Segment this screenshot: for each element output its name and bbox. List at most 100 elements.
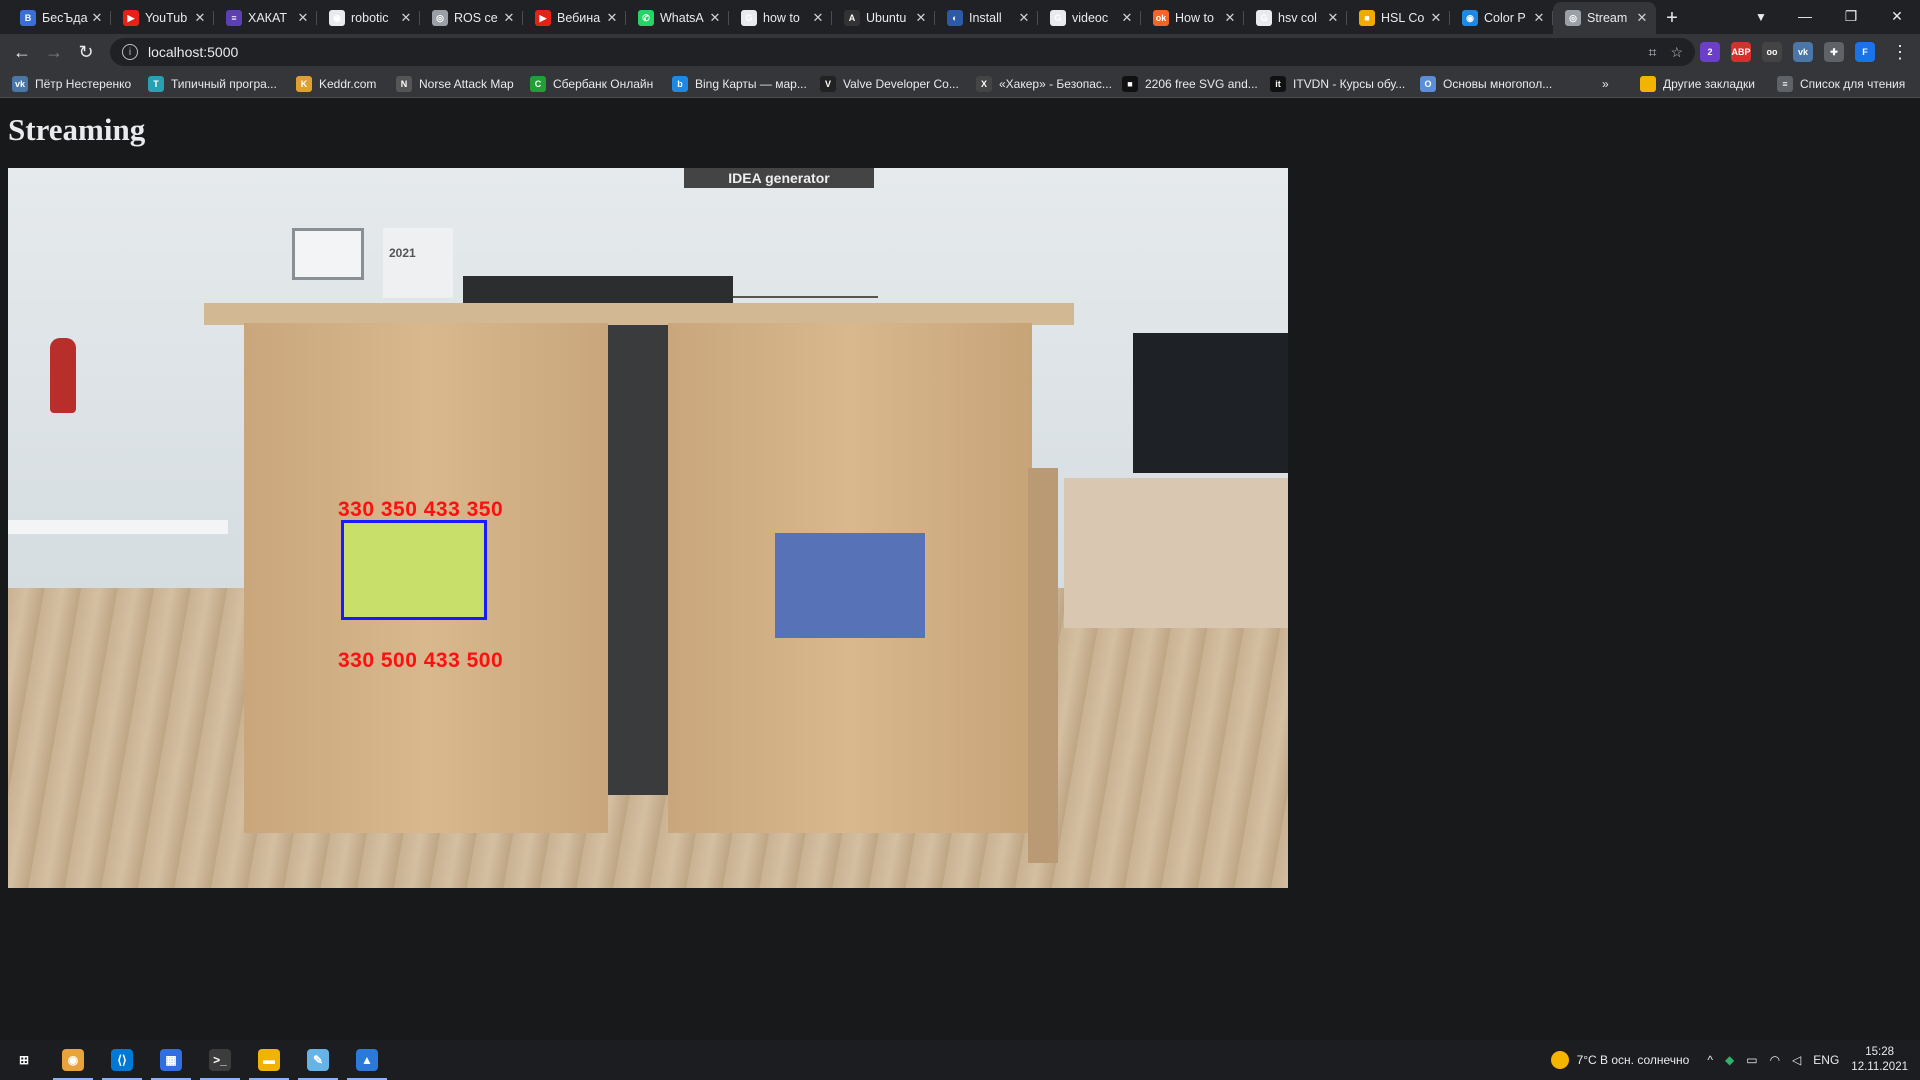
adblock-icon[interactable]: ABP [1731,42,1751,62]
browser-tab-strip: B БесЪда ✕ ▶ YouTub ✕ ≡ ХАКАТ ✕ ◉ robotic ✕ ◎ ROS ce ✕… [0,0,1920,34]
tray-chevron-icon[interactable]: ^ [1707,1053,1713,1067]
tab-12[interactable]: Ghsv col ✕ [1244,2,1347,34]
site-info-icon[interactable]: i [122,44,138,60]
tab-0[interactable]: B БесЪда ✕ [8,2,111,34]
windows-start-icon: ⊞ [18,1053,30,1067]
taskbar-vscode-button[interactable]: ⟨⟩ [98,1040,146,1080]
bookmark-label: «Хакер» - Безопас... [999,77,1112,91]
forward-icon[interactable]: → [40,38,68,66]
tab-title: Вебина [557,11,601,25]
minimize-icon[interactable]: — [1782,0,1828,32]
tab-close-icon[interactable]: ✕ [810,10,826,26]
volume-icon[interactable]: ◁ [1792,1053,1801,1067]
tab-close-icon[interactable]: ✕ [1222,10,1238,26]
address-bar[interactable]: i localhost:5000 ⌗ ☆ [110,38,1695,66]
back-icon[interactable]: ← [8,38,36,66]
close-window-icon[interactable]: ✕ [1874,0,1920,32]
scene-pc-case [1133,333,1288,473]
scene-desk-top [204,303,1074,325]
tab-close-icon[interactable]: ✕ [604,10,620,26]
tab-close-icon[interactable]: ✕ [501,10,517,26]
bookmark-item[interactable]: b Bing Карты — мар... [672,75,807,93]
tab-close-icon[interactable]: ✕ [1325,10,1341,26]
tab-5[interactable]: ▶ Вебина ✕ [523,2,626,34]
reload-icon[interactable]: ↻ [72,38,100,66]
tab-close-icon[interactable]: ✕ [295,10,311,26]
url-text[interactable]: localhost:5000 [148,44,238,60]
tab-close-icon[interactable]: ✕ [1531,10,1547,26]
tab-close-icon[interactable]: ✕ [192,10,208,26]
tab-15[interactable]: ◎ Stream ✕ [1553,2,1656,34]
bookmark-item[interactable]: K Keddr.com [296,75,376,93]
battery-icon[interactable]: ▭ [1746,1053,1757,1067]
bookmark-item[interactable]: it ITVDN - Курсы обу... [1270,75,1405,93]
bookmark-label: Keddr.com [319,77,377,91]
reading-list-button[interactable]: ≡ Список для чтения [1777,75,1905,93]
other-bookmarks-folder[interactable]: Другие закладки [1640,75,1755,93]
defender-icon[interactable]: ◆ [1725,1053,1734,1067]
tab-title: ХАКАТ [248,11,287,25]
tab-7[interactable]: Ghow to ✕ [729,2,832,34]
taskbar-chrome-button[interactable]: ◉ [49,1040,97,1080]
wifi-icon[interactable]: ◠ [1770,1053,1780,1067]
bookmark-item[interactable]: О Основы многопол... [1420,75,1552,93]
weather-widget[interactable]: 7°C В осн. солнечно [1550,1051,1689,1069]
menu-kebab-icon[interactable]: ⋮ [1886,38,1914,66]
tab-close-icon[interactable]: ✕ [1428,10,1444,26]
bookmarks-more-button[interactable]: » [1602,75,1609,93]
taskbar-app-grid-button[interactable]: ▦ [147,1040,195,1080]
taskbar-photos-button[interactable]: ▲ [343,1040,391,1080]
bookmark-item[interactable]: T Типичный програ... [148,75,277,93]
tab-10[interactable]: Gvideoc ✕ [1038,2,1141,34]
tab-14[interactable]: ◉ Color P ✕ [1450,2,1553,34]
tab-close-icon[interactable]: ✕ [398,10,414,26]
tab-close-icon[interactable]: ✕ [1016,10,1032,26]
new-tab-icon[interactable]: + [1656,2,1688,34]
bookmark-favicon-icon: О [1420,76,1436,92]
tab-close-icon[interactable]: ✕ [913,10,929,26]
tab-close-icon[interactable]: ✕ [89,10,105,26]
tab-3[interactable]: ◉ robotic ✕ [317,2,420,34]
taskbar-windows-start-button[interactable]: ⊞ [0,1040,48,1080]
restore-icon[interactable]: ❐ [1828,0,1874,32]
bookmark-item[interactable]: vk Пётр Нестеренко [12,75,131,93]
bookmark-item[interactable]: С Сбербанк Онлайн [530,75,653,93]
tab-close-icon[interactable]: ✕ [1119,10,1135,26]
photos-icon: ▲ [356,1049,378,1071]
ext-glasses-icon[interactable]: oo [1762,42,1782,62]
page-content: Streaming IDEA generator 2021 330 350 43… [0,98,1920,1040]
tab-close-icon[interactable]: ✕ [1634,10,1650,26]
tab-6[interactable]: ✆ WhatsA ✕ [626,2,729,34]
tab-13[interactable]: ■ HSL Co ✕ [1347,2,1450,34]
tab-4[interactable]: ◎ ROS ce ✕ [420,2,523,34]
tab-favicon-icon: G [741,10,757,26]
tab-11[interactable]: ok How to ✕ [1141,2,1244,34]
language-indicator[interactable]: ENG [1813,1053,1839,1067]
puzzle-icon[interactable]: ✚ [1824,42,1844,62]
ext-purple-icon[interactable]: 2 [1700,42,1720,62]
translate-icon[interactable]: ⌗ [1649,44,1657,61]
tab-9[interactable]: ◐ Install ✕ [935,2,1038,34]
bookmark-label: Сбербанк Онлайн [553,77,654,91]
tab-favicon-icon: ◉ [1462,10,1478,26]
profile-icon[interactable]: F [1855,42,1875,62]
tab-2[interactable]: ≡ ХАКАТ ✕ [214,2,317,34]
bookmark-item[interactable]: ■ 2206 free SVG and... [1122,75,1258,93]
bookmark-item[interactable]: Х «Хакер» - Безопас... [976,75,1112,93]
scene-poster [292,228,364,280]
taskbar-file-explorer-button[interactable]: ▬ [245,1040,293,1080]
tab-1[interactable]: ▶ YouTub ✕ [111,2,214,34]
taskbar-terminal-button[interactable]: >_ [196,1040,244,1080]
vk-icon[interactable]: vk [1793,42,1813,62]
weather-sun-icon [1550,1051,1569,1069]
tab-search-icon[interactable]: ▼ [1747,5,1775,29]
bookmark-favicon-icon: it [1270,76,1286,92]
bookmark-item[interactable]: V Valve Developer Co... [820,75,959,93]
bookmark-item[interactable]: N Norse Attack Map [396,75,514,93]
tab-title: Color P [1484,11,1526,25]
tab-8[interactable]: A Ubuntu ✕ [832,2,935,34]
tab-close-icon[interactable]: ✕ [707,10,723,26]
clock[interactable]: 15:28 12.11.2021 [1851,1045,1908,1075]
bookmark-star-icon[interactable]: ☆ [1670,44,1683,61]
taskbar-paint-button[interactable]: ✎ [294,1040,342,1080]
